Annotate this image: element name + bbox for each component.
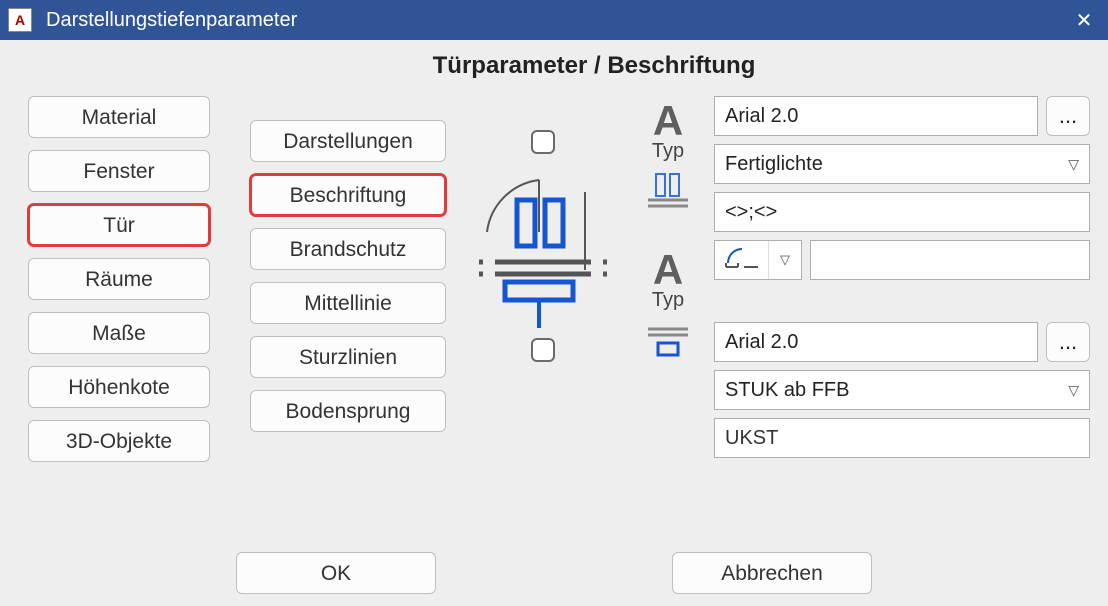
subtab-darstellungen[interactable]: Darstellungen [250, 120, 446, 162]
sidebar-item-hoehenkote[interactable]: Höhenkote [28, 366, 210, 408]
position-picker-icon [715, 241, 769, 279]
chevron-down-icon: ▽ [769, 252, 801, 268]
font-browse-bottom[interactable]: ... [1046, 322, 1090, 362]
sidebar-item-fenster[interactable]: Fenster [28, 150, 210, 192]
label-bottom-checkbox[interactable] [531, 338, 555, 362]
subtab-bodensprung[interactable]: Bodensprung [250, 390, 446, 432]
dialog-content: Türparameter / Beschriftung Material Fen… [0, 40, 1108, 606]
font-browse-top[interactable]: ... [1046, 96, 1090, 136]
subtab-mittellinie[interactable]: Mittellinie [250, 282, 446, 324]
position-picker-top[interactable]: ▽ [714, 240, 802, 280]
sidebar-item-3d-objekte[interactable]: 3D-Objekte [28, 420, 210, 462]
expression-input-top[interactable]: <>;<> [714, 192, 1090, 232]
type-select-top[interactable]: Fertiglichte ▽ [714, 144, 1090, 184]
titlebar: A Darstellungstiefenparameter ✕ [0, 0, 1108, 40]
door-top-icon [645, 169, 691, 215]
cancel-button[interactable]: Abbrechen [672, 552, 872, 594]
app-icon: A [8, 8, 32, 32]
font-indicator-bottom: A [653, 249, 683, 291]
page-title: Türparameter / Beschriftung [0, 52, 1108, 80]
sidebar-item-material[interactable]: Material [28, 96, 210, 138]
form-column: Arial 2.0 ... Fertiglichte ▽ <>;<> [714, 96, 1090, 466]
chevron-down-icon: ▽ [1068, 156, 1079, 173]
type-select-top-value: Fertiglichte [725, 153, 823, 176]
type-select-bottom-value: STUK ab FFB [725, 379, 849, 402]
label-top-checkbox[interactable] [531, 130, 555, 154]
label-indicator-column: A Typ A Typ [622, 96, 714, 364]
subtab-beschriftung[interactable]: Beschriftung [250, 174, 446, 216]
sidebar-item-masse[interactable]: Maße [28, 312, 210, 354]
preview-column [464, 96, 622, 362]
subtab-list: Darstellungen Beschriftung Brandschutz M… [250, 120, 446, 444]
typ-label-bottom: Typ [652, 289, 684, 312]
subtab-sturzlinien[interactable]: Sturzlinien [250, 336, 446, 378]
extra-input-top[interactable] [810, 240, 1090, 280]
dialog-window: A Darstellungstiefenparameter ✕ Türparam… [0, 0, 1108, 606]
ok-button[interactable]: OK [236, 552, 436, 594]
typ-label-top: Typ [652, 140, 684, 163]
window-close-button[interactable]: ✕ [1060, 0, 1108, 40]
font-indicator-top: A [653, 100, 683, 142]
type-select-bottom[interactable]: STUK ab FFB ▽ [714, 370, 1090, 410]
subtab-brandschutz[interactable]: Brandschutz [250, 228, 446, 270]
font-input-bottom[interactable]: Arial 2.0 [714, 322, 1038, 362]
sidebar-item-raeume[interactable]: Räume [28, 258, 210, 300]
sidebar-item-tuer[interactable]: Tür [28, 204, 210, 246]
dialog-footer: OK Abbrechen [0, 552, 1108, 594]
door-diagram-icon [469, 170, 617, 330]
door-bottom-icon [645, 318, 691, 364]
window-title: Darstellungstiefenparameter [46, 9, 1060, 32]
chevron-down-icon: ▽ [1068, 382, 1079, 399]
font-input-top[interactable]: Arial 2.0 [714, 96, 1038, 136]
category-sidebar: Material Fenster Tür Räume Maße Höhenkot… [28, 96, 210, 474]
readonly-value-bottom[interactable]: UKST [714, 418, 1090, 458]
